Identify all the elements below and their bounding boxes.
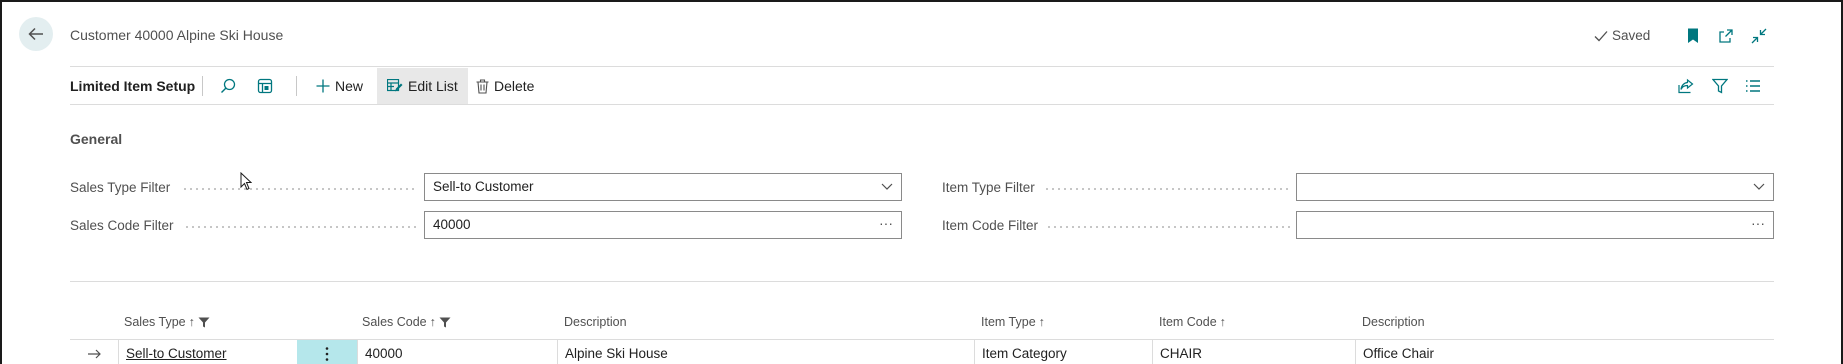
saved-label: Saved	[1612, 28, 1651, 43]
filter-icon	[1712, 78, 1728, 94]
list-view-button[interactable]	[1742, 76, 1764, 96]
open-new-window-button[interactable]	[1716, 26, 1736, 46]
field-leader-dots	[1046, 226, 1292, 228]
trash-icon	[476, 78, 489, 94]
sales-type-link[interactable]: Sell-to Customer	[126, 346, 227, 361]
new-label: New	[335, 78, 364, 94]
column-header-sales-type[interactable]: Sales Type ↑	[124, 315, 210, 329]
field-leader-dots	[184, 226, 416, 228]
section-divider	[70, 281, 1774, 282]
table-row[interactable]: Sell-to Customer 40000 Alpine Ski House …	[70, 339, 1774, 364]
arrow-right-icon	[88, 349, 101, 359]
sales-code-filter-input[interactable]: 40000 ···	[424, 211, 902, 239]
item-code-filter-label: Item Code Filter	[942, 218, 1039, 233]
more-options-icon: ···	[879, 215, 893, 231]
page-caption: Customer 40000 Alpine Ski House	[70, 27, 284, 43]
sort-ascending-icon: ↑	[1038, 315, 1045, 329]
sales-type-filter-label: Sales Type Filter	[70, 180, 171, 195]
column-header-item-type[interactable]: Item Type ↑	[981, 315, 1045, 329]
collapse-button[interactable]	[1749, 26, 1769, 46]
field-leader-dots	[1044, 188, 1292, 190]
chevron-down-icon	[1753, 177, 1765, 200]
action-separator	[296, 76, 297, 96]
column-header-item-code[interactable]: Item Code ↑	[1159, 315, 1226, 329]
filter-button[interactable]	[1709, 76, 1731, 96]
page-header: Customer 40000 Alpine Ski House Saved	[0, 2, 1843, 66]
sort-ascending-icon: ↑	[429, 315, 436, 329]
bookmark-icon	[1688, 28, 1698, 43]
column-header-label: Description	[1362, 315, 1425, 329]
delete-label: Delete	[494, 78, 535, 94]
column-header-description-2[interactable]: Description	[1362, 315, 1425, 329]
cell-item-type[interactable]: Item Category	[974, 340, 1152, 364]
action-separator	[202, 76, 203, 96]
collapse-icon	[1751, 28, 1767, 44]
action-bar-divider	[70, 104, 1774, 105]
search-button[interactable]	[217, 76, 239, 96]
edit-list-icon	[387, 79, 403, 92]
edit-list-label: Edit List	[408, 78, 458, 94]
item-code-filter-input[interactable]: ···	[1296, 211, 1774, 239]
cell-item-code[interactable]: CHAIR	[1152, 340, 1355, 364]
field-leader-dots	[182, 188, 416, 190]
more-options-icon: ···	[1751, 215, 1765, 231]
check-icon	[1594, 30, 1608, 41]
cell-sales-type[interactable]: Sell-to Customer	[118, 340, 297, 364]
column-header-label: Sales Code	[362, 315, 427, 329]
arrow-left-icon	[28, 27, 43, 41]
sort-ascending-icon: ↑	[1219, 315, 1226, 329]
page-title: Limited Item Setup	[70, 78, 196, 94]
filter-icon	[198, 317, 210, 327]
column-header-sales-code[interactable]: Sales Code ↑	[362, 315, 451, 329]
column-header-description[interactable]: Description	[564, 315, 627, 329]
new-button[interactable]: New	[306, 68, 373, 104]
saved-status: Saved	[1594, 28, 1650, 43]
list-icon	[1746, 80, 1760, 92]
sort-ascending-icon: ↑	[188, 315, 195, 329]
row-actions-button[interactable]	[297, 340, 357, 364]
item-type-filter-label: Item Type Filter	[942, 180, 1035, 195]
sheet-view-icon	[257, 78, 273, 94]
column-header-label: Sales Type	[124, 315, 186, 329]
section-title-general: General	[70, 131, 123, 147]
back-button[interactable]	[19, 17, 53, 51]
cell-sales-code[interactable]: 40000	[357, 340, 557, 364]
column-header-label: Item Type	[981, 315, 1036, 329]
action-bar: Limited Item Setup New Edit List Delete	[70, 68, 1774, 104]
cell-description[interactable]: Alpine Ski House	[557, 340, 974, 364]
plus-icon	[316, 79, 330, 93]
share-button[interactable]	[1675, 76, 1697, 96]
open-in-new-window-icon	[1719, 29, 1733, 43]
sales-code-filter-value: 40000	[433, 217, 471, 232]
row-selected-indicator	[70, 340, 118, 364]
bookmark-button[interactable]	[1683, 26, 1703, 46]
cell-description-2[interactable]: Office Chair	[1355, 340, 1774, 364]
column-header-label: Description	[564, 315, 627, 329]
filter-icon	[439, 317, 451, 327]
share-icon	[1678, 78, 1694, 94]
more-vertical-icon	[325, 347, 329, 361]
column-header-label: Item Code	[1159, 315, 1217, 329]
edit-list-button[interactable]: Edit List	[377, 68, 468, 104]
chevron-down-icon	[881, 177, 893, 200]
sales-code-filter-label: Sales Code Filter	[70, 218, 174, 233]
mouse-cursor-icon	[240, 172, 252, 191]
item-type-filter-select[interactable]	[1296, 173, 1774, 201]
sales-type-filter-select[interactable]: Sell-to Customer	[424, 173, 902, 201]
header-divider	[70, 66, 1774, 67]
search-icon	[221, 78, 236, 93]
delete-button[interactable]: Delete	[466, 68, 544, 104]
sales-type-filter-value: Sell-to Customer	[433, 179, 534, 194]
edit-in-excel-button[interactable]	[254, 76, 276, 96]
